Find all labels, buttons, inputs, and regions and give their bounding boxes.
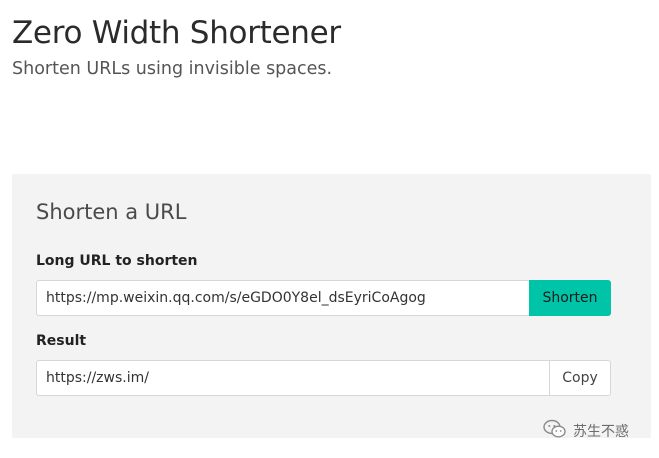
result-label: Result xyxy=(36,333,87,349)
result-input[interactable] xyxy=(36,360,549,396)
shorten-card: Shorten a URL Long URL to shorten Shorte… xyxy=(12,174,651,438)
long-url-label: Long URL to shorten xyxy=(36,253,198,269)
watermark: 苏生不惑 xyxy=(543,419,629,443)
long-url-group: Shorten xyxy=(36,280,611,316)
shorten-button[interactable]: Shorten xyxy=(529,280,611,316)
long-url-input[interactable] xyxy=(36,280,529,316)
card-title: Shorten a URL xyxy=(36,200,187,224)
page-subtitle: Shorten URLs using invisible spaces. xyxy=(12,59,333,79)
wechat-icon xyxy=(543,419,567,443)
result-group: Copy xyxy=(36,360,611,396)
copy-button[interactable]: Copy xyxy=(549,360,611,396)
page-title: Zero Width Shortener xyxy=(12,15,341,51)
watermark-text: 苏生不惑 xyxy=(573,424,629,440)
